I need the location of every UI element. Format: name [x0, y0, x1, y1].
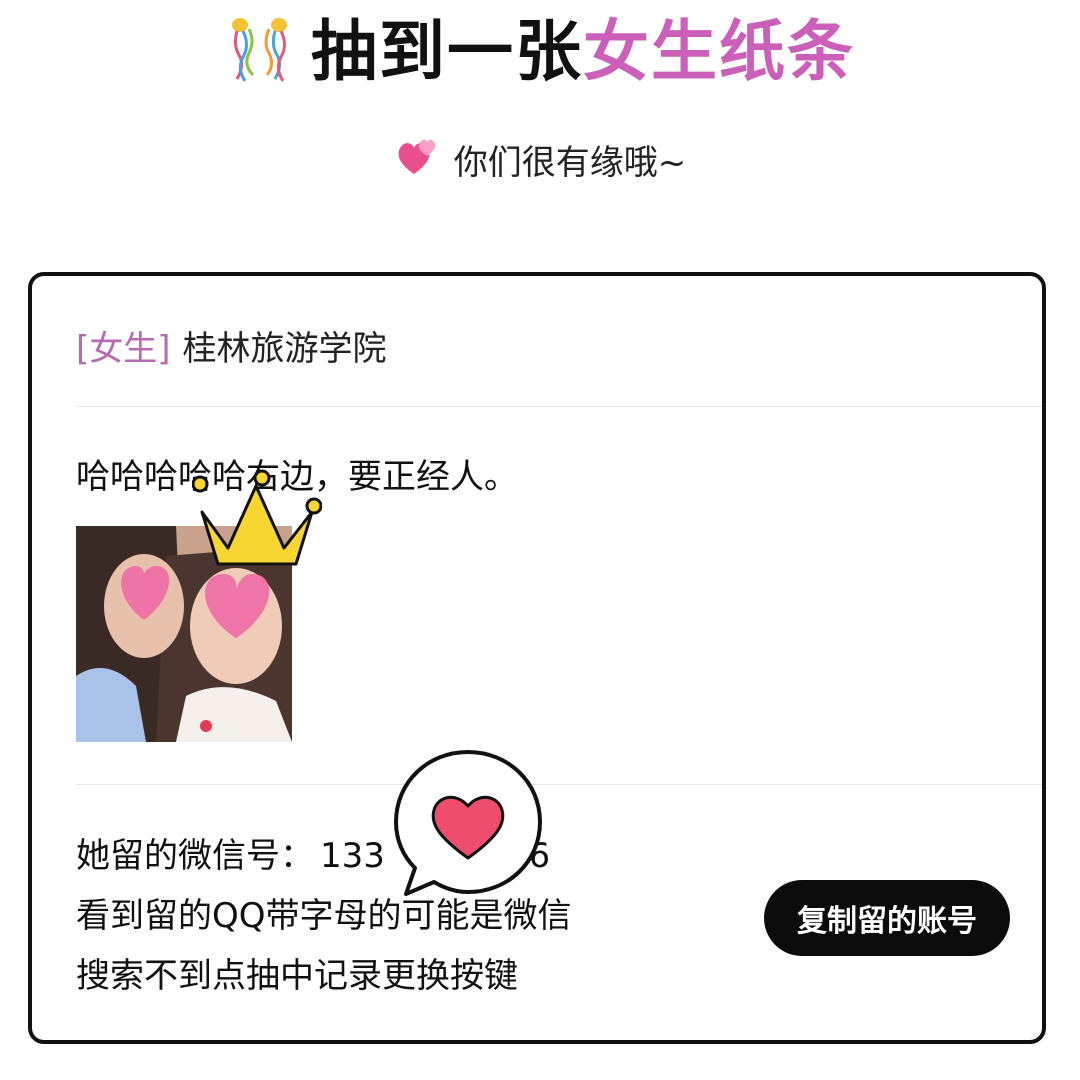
subtitle: 你们很有缘哦~: [0, 134, 1080, 192]
note-card: [女生] 桂林旅游学院 哈哈哈哈哈右边，要正经人。 她留的微信号： 133 看到…: [28, 272, 1046, 1044]
school-name: 桂林旅游学院: [182, 329, 387, 369]
copy-account-button[interactable]: 复制留的账号: [764, 880, 1010, 956]
page-header: 抽到一张女生纸条: [0, 12, 1080, 92]
title-highlight: 女生纸条: [583, 13, 855, 90]
heart-speech-bubble-icon: [388, 746, 548, 906]
gender-tag: [女生]: [76, 329, 171, 369]
confetti-party-popper-icon: [225, 15, 295, 89]
divider: [76, 784, 1042, 785]
page-title: 抽到一张女生纸条: [311, 12, 855, 92]
subtitle-text: 你们很有缘哦~: [453, 143, 687, 183]
two-hearts-icon: [394, 134, 442, 192]
wechat-label: 她留的微信号：: [76, 836, 314, 876]
note-line-2: 搜索不到点抽中记录更换按键: [76, 956, 518, 996]
title-prefix: 抽到一张: [311, 13, 583, 90]
divider: [76, 406, 1042, 407]
crown-sticker-icon: [191, 464, 323, 574]
wechat-value-start[interactable]: 133: [320, 836, 385, 876]
card-header: [女生] 桂林旅游学院: [76, 324, 387, 374]
